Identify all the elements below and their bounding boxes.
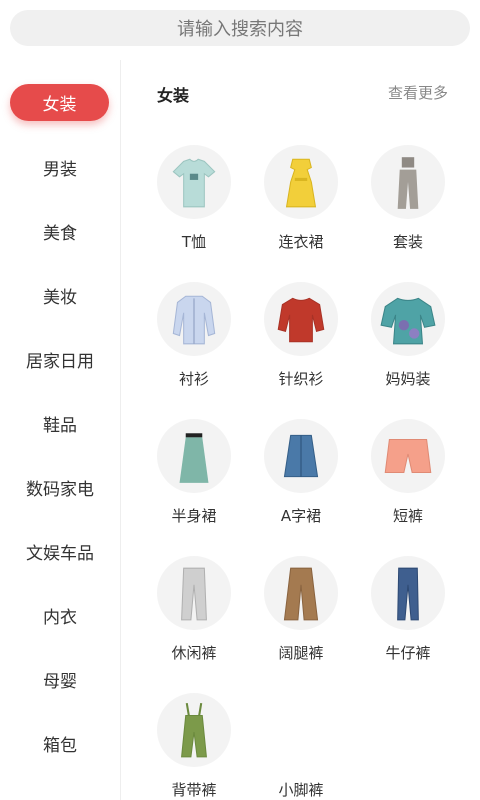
search-input[interactable]: 请输入搜索内容 [10,10,470,46]
section-title: 女装 [157,86,190,105]
sidebar-item-label: 鞋品 [43,415,77,436]
sidebar-item-food[interactable]: 美食 [0,211,120,251]
category-sidebar: 女装 男装 美食 美妆 居家日用 鞋品 数码家电 文娱车品 内衣 母婴 箱包 配… [0,60,121,800]
wide-pants-icon [264,556,338,630]
sidebar-item-label: 母婴 [43,671,77,692]
category-content: 女装 查看更多 T恤 连衣裙 套装 衬衫 针织衫 妈妈装 半身裙 A字裙 短裤 … [121,60,480,800]
category-suit-set[interactable]: 套装 [353,145,463,265]
category-label: 牛仔裤 [385,644,431,662]
category-label: A字裙 [280,507,322,525]
sidebar-item-beauty[interactable]: 美妆 [0,275,120,315]
sidebar-item-home[interactable]: 居家日用 [0,339,120,379]
sidebar-item-label: 女装 [42,95,77,115]
category-label: 小脚裤 [278,781,324,799]
category-label: 妈妈装 [385,370,431,388]
jeans-icon [371,556,445,630]
dress-icon [264,145,338,219]
category-a-line-skirt[interactable]: A字裙 [246,419,356,539]
sidebar-item-underwear[interactable]: 内衣 [0,595,120,635]
sidebar-item-digital[interactable]: 数码家电 [0,467,120,507]
category-label: 针织衫 [278,370,324,388]
sidebar-item-bags[interactable]: 箱包 [0,723,120,763]
denim-skirt-icon [264,419,338,493]
sidebar-item-baby[interactable]: 母婴 [0,659,120,699]
sidebar-item-accessories[interactable]: 配饰 [0,787,120,800]
shorts-icon [371,419,445,493]
category-shirt[interactable]: 衬衫 [139,282,249,402]
sidebar-item-label: 数码家电 [26,479,94,500]
category-label: 阔腿裤 [278,644,324,662]
category-shorts[interactable]: 短裤 [353,419,463,539]
category-label: 衬衫 [178,370,209,388]
sweater-icon [264,282,338,356]
casual-pants-icon [157,556,231,630]
search-placeholder: 请输入搜索内容 [177,19,303,40]
sidebar-item-label: 箱包 [43,735,77,756]
sidebar-item-label: 美妆 [43,287,77,308]
category-skinny-pants[interactable]: 小脚裤 [246,693,356,800]
category-label: T恤 [181,233,207,251]
category-sweater[interactable]: 针织衫 [246,282,356,402]
sidebar-item-label: 居家日用 [26,351,94,372]
category-jeans[interactable]: 牛仔裤 [353,556,463,676]
category-label: 休闲裤 [171,644,217,662]
sidebar-item-men[interactable]: 男装 [0,147,120,187]
category-label: 短裤 [392,507,423,525]
category-casual-pants[interactable]: 休闲裤 [139,556,249,676]
sidebar-item-label: 内衣 [43,607,77,628]
tshirt-icon [157,145,231,219]
category-label: 背带裤 [171,781,217,799]
suit-set-icon [371,145,445,219]
skirt-icon [157,419,231,493]
category-label: 连衣裙 [278,233,324,251]
category-dress[interactable]: 连衣裙 [246,145,356,265]
category-mom-wear[interactable]: 妈妈装 [353,282,463,402]
category-tshirt[interactable]: T恤 [139,145,249,265]
sidebar-item-label: 文娱车品 [26,543,94,564]
category-label: 半身裙 [171,507,217,525]
category-label: 套装 [392,233,423,251]
sidebar-item-label: 配饰 [43,795,77,800]
shirt-icon [157,282,231,356]
sidebar-item-label: 美食 [43,223,77,244]
category-overalls[interactable]: 背带裤 [139,693,249,800]
sidebar-item-label: 男装 [43,159,77,180]
see-more-link[interactable]: 查看更多 [388,82,448,103]
skinny-pants-icon [264,693,338,767]
blouse-icon [371,282,445,356]
sidebar-item-entertainment-auto[interactable]: 文娱车品 [0,531,120,571]
category-skirt[interactable]: 半身裙 [139,419,249,539]
category-wide-pants[interactable]: 阔腿裤 [246,556,356,676]
sidebar-item-women[interactable]: 女装 [10,84,109,121]
overalls-icon [157,693,231,767]
sidebar-item-shoes[interactable]: 鞋品 [0,403,120,443]
